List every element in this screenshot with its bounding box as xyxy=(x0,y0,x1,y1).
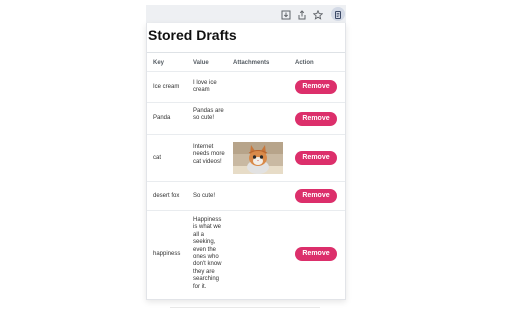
column-header-key: Key xyxy=(153,60,165,66)
row-key: cat xyxy=(153,155,162,161)
download-icon[interactable] xyxy=(280,9,292,21)
table-row: Ice cream I love ice cream Remove xyxy=(147,71,345,103)
column-header-action: Action xyxy=(295,60,314,66)
extension-icon[interactable] xyxy=(332,9,344,21)
row-value: So cute! xyxy=(193,193,216,199)
row-value: Pandas are so cute! xyxy=(193,108,224,122)
row-key: Panda xyxy=(153,115,171,121)
remove-button[interactable]: Remove xyxy=(295,189,337,203)
remove-button[interactable]: Remove xyxy=(295,80,337,94)
kitten-photo-attachment xyxy=(233,142,283,174)
column-header-value: Value xyxy=(193,60,209,66)
stored-drafts-popup: Stored Drafts Key Value Attachments Acti… xyxy=(146,23,346,300)
remove-button[interactable]: Remove xyxy=(295,247,337,261)
table-row: Panda Pandas are so cute! Remove xyxy=(147,102,345,135)
table-row: happiness Happiness is what we all a see… xyxy=(147,210,345,299)
row-value: Internet needs more cat videos! xyxy=(193,144,225,165)
row-key: Ice cream xyxy=(153,84,180,90)
row-key: happiness xyxy=(153,251,181,257)
bookmark-star-icon[interactable] xyxy=(312,9,324,21)
row-value: Happiness is what we all a seeking, even… xyxy=(193,217,222,290)
browser-toolbar xyxy=(146,5,346,23)
page-title: Stored Drafts xyxy=(148,27,237,43)
remove-button[interactable]: Remove xyxy=(295,151,337,165)
column-header-attachments: Attachments xyxy=(233,60,270,66)
row-key: desert fox xyxy=(153,193,180,199)
share-icon[interactable] xyxy=(296,9,308,21)
remove-button[interactable]: Remove xyxy=(295,112,337,126)
table-row: cat Internet needs more cat videos! Remo… xyxy=(147,134,345,182)
table-row: desert fox So cute! Remove xyxy=(147,181,345,211)
page-divider xyxy=(170,307,320,308)
row-value: I love ice cream xyxy=(193,80,217,94)
title-divider xyxy=(147,52,345,53)
